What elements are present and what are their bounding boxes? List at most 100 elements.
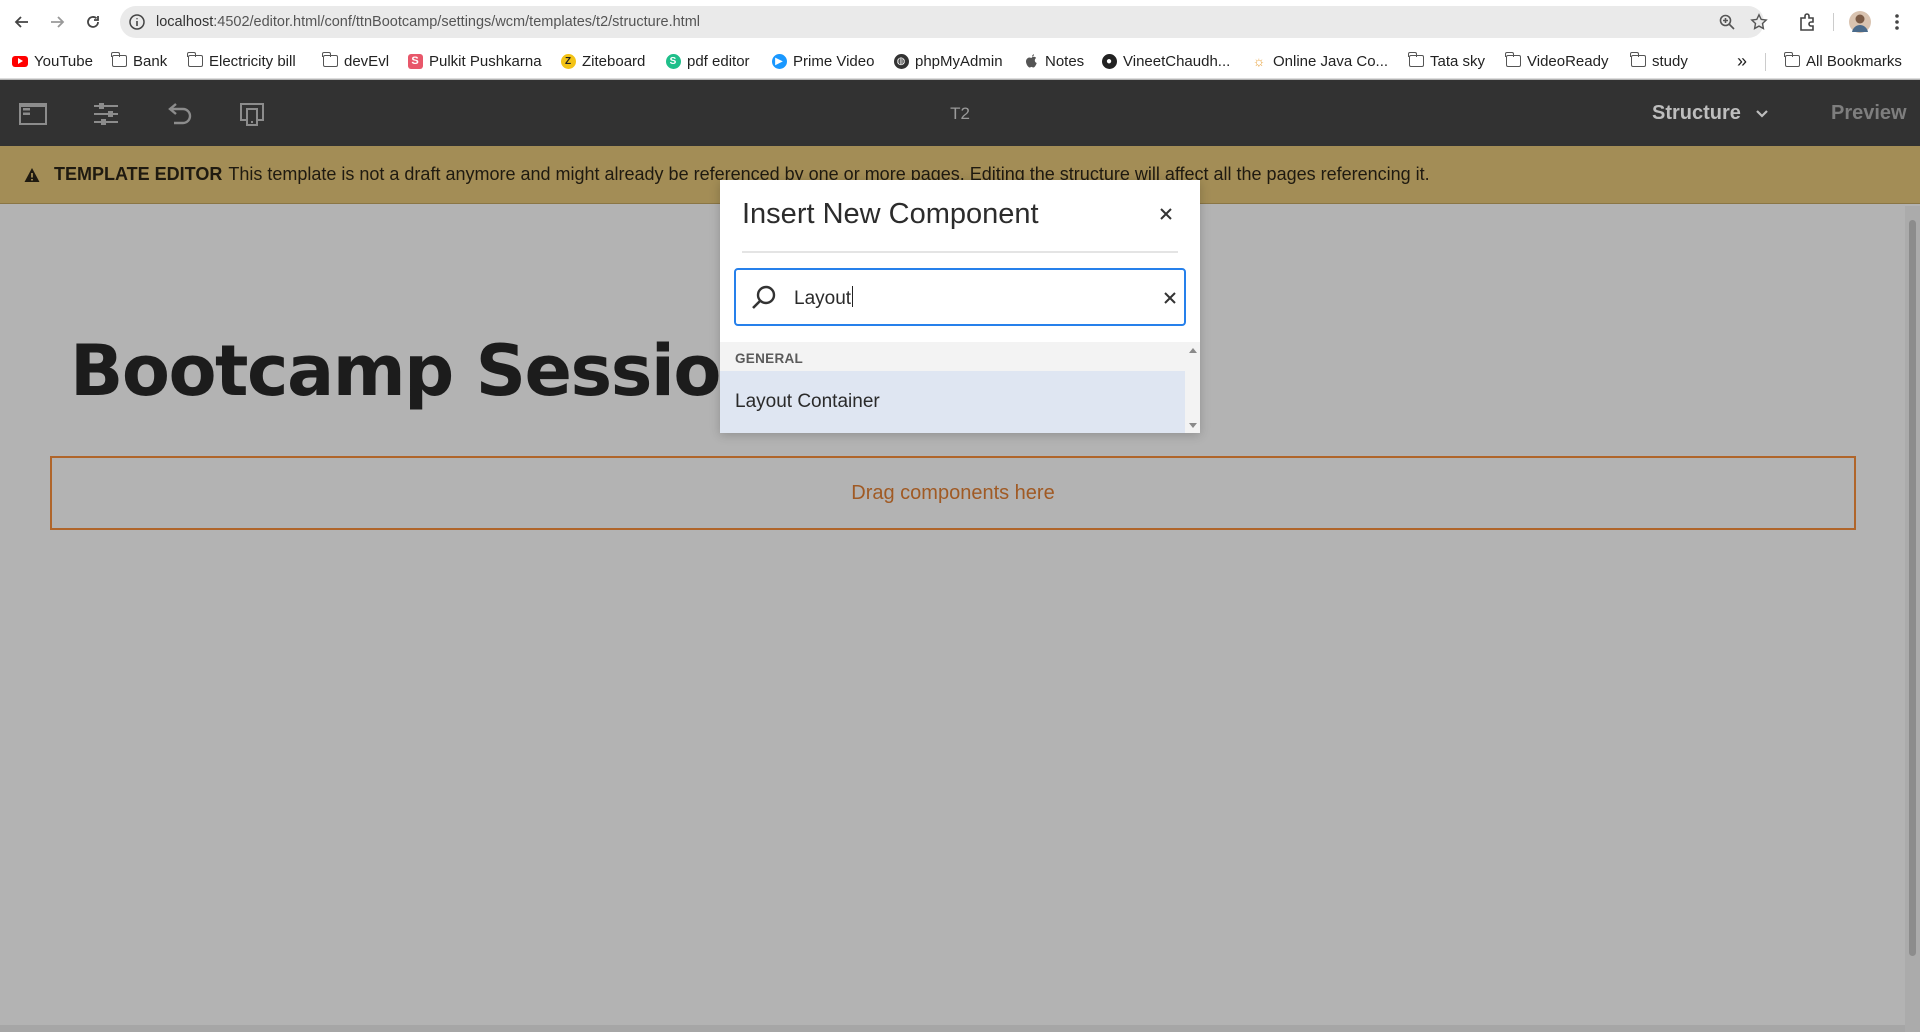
folder-icon — [1629, 52, 1646, 69]
all-bookmarks-button[interactable]: All Bookmarks — [1783, 50, 1902, 72]
bookmark-electricity-bill[interactable]: Electricity bill — [186, 50, 296, 72]
page-policy-button[interactable] — [92, 101, 120, 127]
bookmark-star-icon[interactable] — [1750, 13, 1768, 31]
kebab-menu-icon — [1895, 14, 1899, 30]
bookmark-label: Prime Video — [793, 52, 875, 70]
device-emulator-icon — [240, 103, 264, 126]
dialog-title: Insert New Component — [742, 198, 1039, 230]
browser-menu-button[interactable] — [1886, 11, 1908, 33]
page-title-label: T2 — [950, 104, 970, 123]
scroll-up-arrow-icon[interactable] — [1189, 348, 1197, 353]
preview-button[interactable]: Preview — [1831, 102, 1907, 125]
close-icon — [1160, 208, 1172, 220]
side-panel-icon — [19, 103, 47, 125]
editor-header: T2 Structure Preview — [0, 80, 1920, 146]
puzzle-icon — [1800, 13, 1814, 31]
warning-icon — [24, 168, 40, 182]
search-icon — [752, 285, 776, 309]
bookmark-study[interactable]: study — [1629, 50, 1688, 72]
scroll-down-arrow-icon[interactable] — [1189, 423, 1197, 428]
toggle-side-panel-button[interactable] — [19, 101, 47, 127]
clear-search-icon[interactable] — [1162, 290, 1178, 306]
component-drop-zone[interactable]: Drag components here — [50, 456, 1856, 530]
bookmark-pulkit-pushkarna[interactable]: S Pulkit Pushkarna — [407, 50, 542, 72]
profile-avatar[interactable] — [1849, 11, 1871, 33]
emulator-button[interactable] — [238, 101, 266, 127]
bookmark-label: VideoReady — [1527, 52, 1609, 70]
forward-arrow-icon — [51, 16, 65, 28]
prime-video-icon: ▶ — [771, 53, 787, 69]
bookmark-label: All Bookmarks — [1806, 52, 1902, 70]
url-path: :4502/editor.html/conf/ttnBootcamp/setti… — [213, 14, 701, 30]
folder-icon — [321, 52, 338, 69]
youtube-icon — [12, 53, 28, 69]
search-text: Layout — [794, 288, 852, 309]
scrollbar-thumb[interactable] — [1909, 220, 1916, 956]
bookmark-youtube[interactable]: YouTube — [12, 50, 93, 72]
bookmark-pdf-editor[interactable]: Spdf editor — [665, 50, 750, 72]
mode-label: Structure — [1652, 102, 1741, 124]
bookmark-label: VineetChaudh... — [1123, 52, 1231, 70]
notice-label: TEMPLATE EDITOR — [54, 164, 223, 184]
apple-icon — [1023, 53, 1039, 69]
component-item-label: Layout Container — [735, 391, 880, 412]
bookmark-videoready[interactable]: VideoReady — [1504, 50, 1609, 72]
bookmark-devevl[interactable]: devEvl — [321, 50, 389, 72]
sun-icon: ☼ — [1252, 53, 1266, 69]
bookmark-label: YouTube — [34, 52, 93, 70]
ziteboard-icon: Z — [560, 53, 576, 69]
address-bar[interactable]: localhost:4502/editor.html/conf/ttnBootc… — [120, 6, 1768, 38]
component-item-layout-container[interactable]: Layout Container — [720, 371, 1185, 433]
folder-icon — [186, 52, 203, 69]
reload-icon — [87, 16, 99, 28]
folder-icon — [1783, 52, 1800, 69]
component-search-input[interactable]: Layout — [734, 268, 1186, 326]
zoom-icon[interactable] — [1718, 13, 1736, 31]
bookmarks-bar: YouTube Bank Electricity bill devEvl S Pu… — [0, 43, 1920, 79]
bookmark-online-java[interactable]: ☼ Online Java Co... — [1251, 50, 1388, 72]
bookmark-label: Bank — [133, 52, 168, 70]
avatar-icon — [1852, 14, 1868, 32]
forward-button[interactable] — [44, 9, 70, 35]
bookmark-notes[interactable]: Notes — [1023, 50, 1084, 72]
horizontal-scrollbar[interactable] — [0, 1025, 1905, 1032]
site-s-icon: S — [407, 53, 423, 69]
bookmark-tata-sky[interactable]: Tata sky — [1407, 50, 1486, 72]
bookmark-label: Notes — [1045, 52, 1085, 70]
bookmark-prime-video[interactable]: ▶ Prime Video — [771, 50, 874, 72]
folder-icon — [110, 52, 127, 69]
insert-component-dialog: Insert New Component Layout GENERAL Layo… — [720, 180, 1200, 433]
extensions-button[interactable] — [1797, 11, 1819, 33]
bookmark-label: pdf editor — [687, 52, 750, 70]
component-results-list: GENERAL Layout Container — [720, 342, 1200, 433]
url-host: localhost — [156, 14, 214, 30]
folder-icon — [1407, 52, 1424, 69]
bookmark-ziteboard[interactable]: Z Ziteboard — [560, 50, 645, 72]
bookmark-vineet-github[interactable]: ● VineetChaudh... — [1101, 50, 1230, 72]
chevron-down-icon — [1756, 109, 1768, 118]
undo-icon — [168, 103, 192, 125]
dialog-close-button[interactable] — [1154, 202, 1178, 226]
back-arrow-icon — [14, 16, 28, 28]
more-bookmarks-button[interactable]: » — [1737, 50, 1747, 72]
sliders-icon — [94, 103, 118, 125]
bookmark-bank[interactable]: Bank — [110, 50, 168, 72]
bookmark-label: Pulkit Pushkarna — [429, 52, 542, 70]
mode-selector[interactable]: Structure — [1652, 102, 1769, 125]
search-value: Layout — [794, 286, 854, 310]
site-info-icon[interactable] — [128, 13, 146, 31]
bookmark-label: Tata sky — [1430, 52, 1486, 70]
vertical-scrollbar[interactable] — [1905, 206, 1920, 1032]
results-scrollbar[interactable] — [1185, 342, 1200, 433]
url-text[interactable]: localhost:4502/editor.html/conf/ttnBootc… — [156, 14, 700, 30]
folder-icon — [1504, 52, 1521, 69]
undo-button[interactable] — [165, 101, 193, 127]
reload-button[interactable] — [80, 9, 106, 35]
group-header: GENERAL — [735, 351, 804, 366]
back-button[interactable] — [9, 9, 35, 35]
pdf-editor-icon: S — [665, 53, 681, 69]
bookmark-label: Online Java Co... — [1273, 52, 1389, 70]
bookmark-phpmyadmin[interactable]: ◍ phpMyAdmin — [893, 50, 1003, 72]
browser-toolbar: localhost:4502/editor.html/conf/ttnBootc… — [0, 0, 1920, 43]
globe-icon: ◍ — [893, 53, 909, 69]
